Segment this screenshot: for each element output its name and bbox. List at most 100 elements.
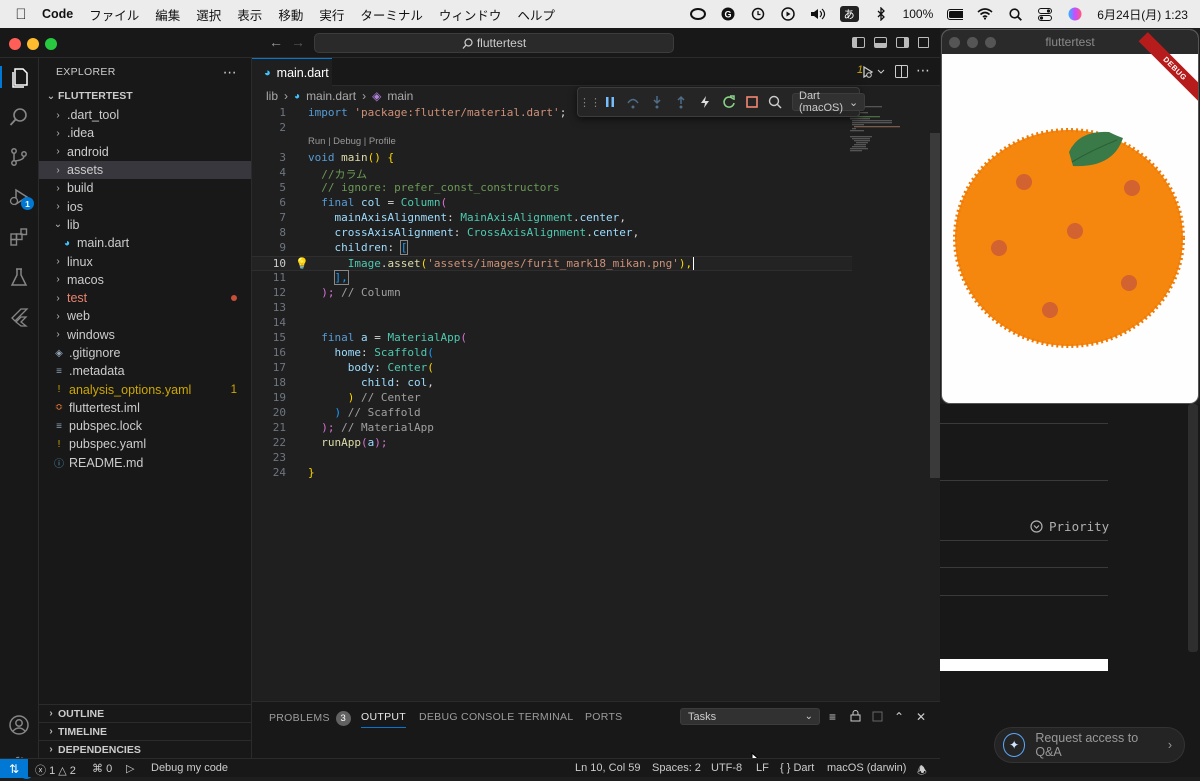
wifi-icon[interactable]	[977, 7, 993, 21]
breadcrumb-file[interactable]: main.dart	[306, 89, 356, 103]
run-dropdown-icon[interactable]	[862, 65, 885, 79]
source-control-icon[interactable]	[8, 146, 30, 168]
close-window-button[interactable]	[949, 37, 960, 48]
search-view-icon[interactable]	[8, 106, 30, 128]
restart-icon[interactable]	[722, 94, 736, 110]
siri-icon[interactable]	[1067, 7, 1083, 21]
minimap[interactable]	[848, 106, 928, 156]
zoom-window-button[interactable]	[45, 38, 57, 50]
lightbulb-icon[interactable]: 💡	[295, 257, 309, 270]
workspace-root[interactable]: ⌄ FLUTTERTEST	[39, 86, 251, 106]
debug-target-select[interactable]: Dart (macOS) ⌄	[792, 90, 866, 114]
tree-file[interactable]: ≎ fluttertest.iml	[39, 399, 251, 417]
input-method-indicator[interactable]: あ	[839, 6, 859, 22]
menu-terminal[interactable]: ターミナル	[360, 5, 423, 24]
flutter-icon[interactable]	[8, 306, 30, 328]
line-ending[interactable]: LF	[756, 762, 769, 774]
toggle-panel-icon[interactable]	[874, 37, 887, 48]
code-lens[interactable]: Run | Debug | Profile	[308, 136, 396, 147]
app-menu[interactable]: Code	[42, 7, 73, 21]
back-arrow-icon[interactable]: ←	[269, 34, 283, 50]
menu-go[interactable]: 移動	[278, 5, 303, 24]
testing-flask-icon[interactable]	[8, 266, 30, 288]
tree-file[interactable]: ⓘ README.md	[39, 454, 251, 472]
menu-view[interactable]: 表示	[237, 5, 262, 24]
language-mode[interactable]: { } Dart	[780, 762, 814, 774]
tab-main-dart[interactable]: ◕ main.dart	[252, 58, 332, 86]
play-icon[interactable]	[780, 7, 796, 21]
tree-file[interactable]: ◈ .gitignore	[39, 344, 251, 362]
minimize-window-button[interactable]	[27, 38, 39, 50]
tab-output[interactable]: OUTPUT	[361, 711, 406, 728]
tree-folder[interactable]: › assets	[39, 160, 251, 180]
tree-file[interactable]: ≡ pubspec.lock	[39, 417, 251, 435]
tree-file[interactable]: ! pubspec.yaml	[39, 435, 251, 453]
editor-more-icon[interactable]: ⋯	[916, 62, 930, 79]
tree-file[interactable]: ! analysis_options.yaml 1	[39, 380, 251, 398]
minimize-window-button[interactable]	[967, 37, 978, 48]
device-status[interactable]: macOS (darwin)	[827, 762, 906, 774]
page-scrollbar[interactable]	[1188, 404, 1198, 652]
dependencies-section[interactable]: › DEPENDENCIES	[39, 740, 252, 758]
tree-folder[interactable]: › android	[39, 143, 251, 161]
tree-file[interactable]: ◕ main.dart	[39, 234, 251, 252]
tree-folder[interactable]: › .idea	[39, 124, 251, 142]
priority-filter[interactable]: Priority	[1030, 519, 1109, 534]
more-actions-icon[interactable]: ⋯	[223, 64, 237, 81]
tree-folder[interactable]: › macos	[39, 271, 251, 289]
breadcrumb-symbol[interactable]: main	[387, 89, 413, 103]
drag-handle-icon[interactable]: ⋮⋮	[579, 94, 601, 110]
explorer-icon[interactable]	[0, 66, 39, 88]
ports-status[interactable]: ⌘ 0	[92, 762, 112, 775]
indentation[interactable]: Spaces: 2	[652, 762, 701, 774]
menu-window[interactable]: ウィンドウ	[439, 5, 502, 24]
stop-icon[interactable]	[746, 94, 758, 110]
step-into-icon[interactable]	[650, 94, 664, 110]
tree-folder[interactable]: › ios	[39, 197, 251, 215]
menu-selection[interactable]: 選択	[196, 5, 221, 24]
apple-menu-icon[interactable]: 	[0, 6, 42, 23]
tab-problems[interactable]: PROBLEMS 3	[269, 711, 351, 726]
pause-icon[interactable]	[604, 94, 616, 110]
editor-scrollbar-thumb[interactable]	[930, 133, 940, 478]
clear-output-icon[interactable]	[872, 710, 884, 725]
close-panel-icon[interactable]: ✕	[916, 710, 926, 724]
split-editor-icon[interactable]	[895, 65, 908, 83]
tree-folder[interactable]: › test	[39, 289, 251, 307]
problems-status[interactable]: ⓧ 1 △ 2	[35, 762, 76, 778]
tree-folder[interactable]: › web	[39, 307, 251, 325]
control-center-icon[interactable]	[1037, 7, 1053, 21]
grammarly-icon[interactable]: G	[720, 7, 736, 21]
debug-status[interactable]: Debug my code	[151, 762, 228, 774]
tree-folder[interactable]: › .dart_tool	[39, 106, 251, 124]
maximize-panel-icon[interactable]: ⌃	[894, 710, 904, 724]
cursor-position[interactable]: Ln 10, Col 59	[575, 762, 640, 774]
tree-folder[interactable]: › build	[39, 179, 251, 197]
forward-arrow-icon[interactable]: →	[291, 34, 305, 50]
clock[interactable]: 6月24日(月) 1:23	[1097, 6, 1188, 23]
extensions-icon[interactable]	[8, 226, 30, 248]
tree-folder[interactable]: ⌄ lib	[39, 216, 251, 234]
outline-section[interactable]: › OUTLINE	[39, 704, 252, 722]
lock-icon[interactable]	[850, 710, 861, 725]
toggle-sidebar-icon[interactable]	[852, 37, 865, 48]
breadcrumb-folder[interactable]: lib	[266, 89, 278, 103]
tree-file[interactable]: ≡ .metadata	[39, 362, 251, 380]
filter-lines-icon[interactable]: ≡	[829, 710, 836, 724]
step-over-icon[interactable]	[626, 94, 640, 110]
menu-run[interactable]: 実行	[319, 5, 344, 24]
menu-file[interactable]: ファイル	[89, 5, 139, 24]
zoom-window-button[interactable]	[985, 37, 996, 48]
tree-folder[interactable]: › linux	[39, 252, 251, 270]
account-icon[interactable]	[8, 714, 30, 736]
code-editor[interactable]: 1 import 'package:flutter/material.dart';…	[252, 106, 852, 481]
bluetooth-icon[interactable]	[873, 7, 889, 21]
notifications-bell-icon[interactable]: 🕭	[917, 762, 927, 781]
timeline-section[interactable]: › TIMELINE	[39, 722, 252, 740]
command-center-search[interactable]: fluttertest	[314, 33, 674, 53]
request-qa-button[interactable]: ✦ Request access to Q&A ›	[994, 727, 1185, 763]
volume-icon[interactable]	[810, 7, 826, 21]
run-and-debug-icon[interactable]: 1	[8, 186, 34, 210]
devtools-inspect-icon[interactable]	[768, 94, 782, 110]
battery-icon[interactable]	[947, 7, 964, 21]
